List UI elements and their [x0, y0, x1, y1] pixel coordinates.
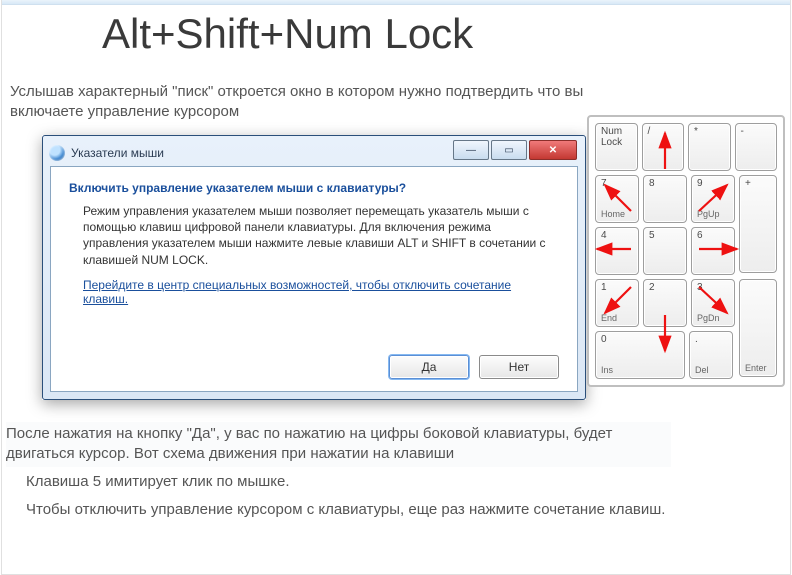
key-5: 5 [643, 227, 687, 275]
close-button[interactable]: ✕ [529, 140, 577, 160]
key-0: 0Ins [595, 331, 685, 379]
key-2: 2 [643, 279, 687, 327]
dialog-heading: Включить управление указателем мыши с кл… [69, 181, 559, 195]
key-dot: .Del [689, 331, 733, 379]
key-enter: Enter [739, 279, 777, 377]
key-3: 3PgDn [691, 279, 735, 327]
maximize-button[interactable]: ▭ [491, 140, 527, 160]
yes-button-label: Да [422, 360, 437, 374]
key-9: 9PgUp [691, 175, 735, 223]
note-disable: Чтобы отключить управление курсором с кл… [26, 500, 666, 520]
dialog-title-icon [49, 145, 65, 161]
key-8: 8 [643, 175, 687, 223]
no-button-label: Нет [509, 360, 529, 374]
dialog-body: Режим управления указателем мыши позволя… [83, 203, 555, 268]
ease-of-access-link[interactable]: Перейдите в центр специальных возможност… [83, 278, 559, 306]
numpad-diagram: Num Lock / * - 7Home 8 9PgUp 4 5 6 [587, 115, 785, 387]
intro-paragraph: Услышав характерный "писк" откроется окн… [10, 82, 650, 123]
key-numlock: Num Lock [595, 123, 638, 171]
yes-button[interactable]: Да [389, 355, 469, 379]
note-key5: Клавиша 5 имитирует клик по мышке. [26, 473, 290, 490]
key-7: 7Home [595, 175, 639, 223]
key-4: 4 [595, 227, 639, 275]
no-button[interactable]: Нет [479, 355, 559, 379]
dialog-title: Указатели мыши [71, 146, 164, 160]
key-minus: - [735, 123, 778, 171]
key-1: 1End [595, 279, 639, 327]
key-plus: + [739, 175, 777, 273]
mouse-pointers-dialog: Указатели мыши — ▭ ✕ Включить управление… [42, 135, 586, 400]
key-6: 6 [691, 227, 735, 275]
after-paragraph: После нажатия на кнопку "Да", у вас по н… [6, 422, 671, 467]
minimize-button[interactable]: — [453, 140, 489, 160]
key-slash: / [642, 123, 685, 171]
key-asterisk: * [688, 123, 731, 171]
page-title: Alt+Shift+Num Lock [102, 10, 473, 58]
